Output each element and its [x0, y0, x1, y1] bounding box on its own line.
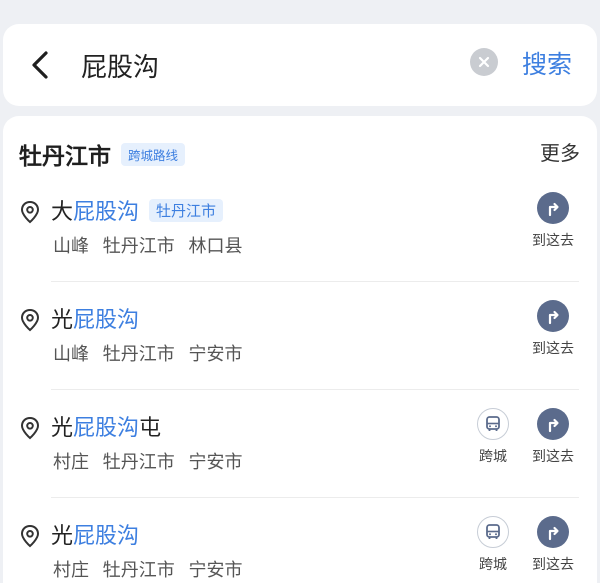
title-prefix: 光 — [51, 416, 74, 441]
result-row-4[interactable]: 光 屁股沟 村庄 牡丹江市 宁安市 跨城 到这去 — [3, 498, 597, 583]
title-highlight: 屁股沟 — [73, 524, 140, 549]
bus-circle — [477, 516, 509, 548]
title-suffix: 屯 — [139, 416, 162, 441]
go-circle — [537, 192, 569, 224]
result-title: 光 屁股沟 — [51, 516, 139, 552]
turn-arrow-icon — [548, 202, 559, 217]
result-city: 牡丹江市 — [102, 344, 175, 365]
location-pin-icon — [20, 416, 40, 440]
result-type: 山峰 — [53, 344, 89, 365]
title-prefix: 光 — [51, 308, 74, 333]
search-input[interactable] — [81, 44, 451, 86]
result-title: 大 屁股沟 牡丹江市 — [51, 192, 224, 228]
go-here-button[interactable]: 到这去 — [525, 300, 581, 364]
go-label: 到这去 — [532, 341, 574, 357]
location-pin-icon — [20, 200, 40, 224]
go-circle — [537, 300, 569, 332]
result-district: 林口县 — [188, 236, 243, 257]
go-here-button[interactable]: 到这去 — [525, 516, 581, 580]
result-type: 村庄 — [53, 560, 89, 581]
bus-label: 跨城 — [479, 449, 507, 465]
result-title: 光 屁股沟 — [51, 300, 139, 336]
title-prefix: 大 — [51, 200, 74, 225]
result-district: 宁安市 — [188, 452, 243, 473]
go-label: 到这去 — [532, 557, 574, 573]
title-highlight: 屁股沟 — [73, 200, 140, 225]
clear-circle-icon — [478, 56, 490, 68]
bus-label: 跨城 — [479, 557, 507, 573]
result-subtitle: 山峰 牡丹江市 林口县 — [53, 232, 250, 258]
go-here-button[interactable]: 到这去 — [525, 192, 581, 256]
turn-arrow-icon — [548, 418, 559, 433]
cross-city-bus-button[interactable]: 跨城 — [465, 516, 521, 580]
chevron-left-icon — [32, 51, 48, 79]
result-title: 光 屁股沟 屯 — [51, 408, 161, 444]
result-type: 村庄 — [53, 452, 89, 473]
title-highlight: 屁股沟 — [73, 308, 140, 333]
result-type: 山峰 — [53, 236, 89, 257]
go-circle — [537, 516, 569, 548]
location-pin-icon — [20, 524, 40, 548]
clear-button[interactable] — [470, 48, 498, 76]
bus-icon — [486, 524, 500, 539]
location-pin-icon — [20, 308, 40, 332]
search-button[interactable]: 搜索 — [522, 48, 572, 82]
result-district: 宁安市 — [188, 344, 243, 365]
result-subtitle: 村庄 牡丹江市 宁安市 — [53, 448, 250, 474]
results-panel: 牡丹江市 跨城路线 更多 大 屁股沟 牡丹江市 山峰 牡丹江市 林口县 到这去 … — [3, 116, 597, 583]
result-city: 牡丹江市 — [102, 236, 175, 257]
back-button[interactable] — [25, 49, 55, 81]
result-row-3[interactable]: 光 屁股沟 屯 村庄 牡丹江市 宁安市 跨城 到这去 — [3, 390, 597, 498]
result-city: 牡丹江市 — [102, 560, 175, 581]
city-header: 牡丹江市 跨城路线 — [19, 138, 186, 170]
result-subtitle: 村庄 牡丹江市 宁安市 — [53, 556, 250, 582]
search-bar: 搜索 — [3, 24, 597, 106]
more-button[interactable]: 更多 — [540, 138, 580, 168]
go-label: 到这去 — [532, 449, 574, 465]
go-label: 到这去 — [532, 233, 574, 249]
go-circle — [537, 408, 569, 440]
go-here-button[interactable]: 到这去 — [525, 408, 581, 472]
turn-arrow-icon — [548, 526, 559, 541]
title-prefix: 光 — [51, 524, 74, 549]
result-row-2[interactable]: 光 屁股沟 山峰 牡丹江市 宁安市 到这去 — [3, 282, 597, 390]
cross-city-tag[interactable]: 跨城路线 — [121, 142, 186, 166]
cross-city-bus-button[interactable]: 跨城 — [465, 408, 521, 472]
city-name: 牡丹江市 — [19, 144, 111, 170]
result-city: 牡丹江市 — [102, 452, 175, 473]
result-row-1[interactable]: 大 屁股沟 牡丹江市 山峰 牡丹江市 林口县 到这去 — [3, 174, 597, 282]
bus-icon — [486, 416, 500, 431]
result-district: 宁安市 — [188, 560, 243, 581]
bus-circle — [477, 408, 509, 440]
title-highlight: 屁股沟 — [73, 416, 140, 441]
turn-arrow-icon — [548, 310, 559, 325]
city-badge: 牡丹江市 — [149, 198, 224, 222]
result-subtitle: 山峰 牡丹江市 宁安市 — [53, 340, 250, 366]
